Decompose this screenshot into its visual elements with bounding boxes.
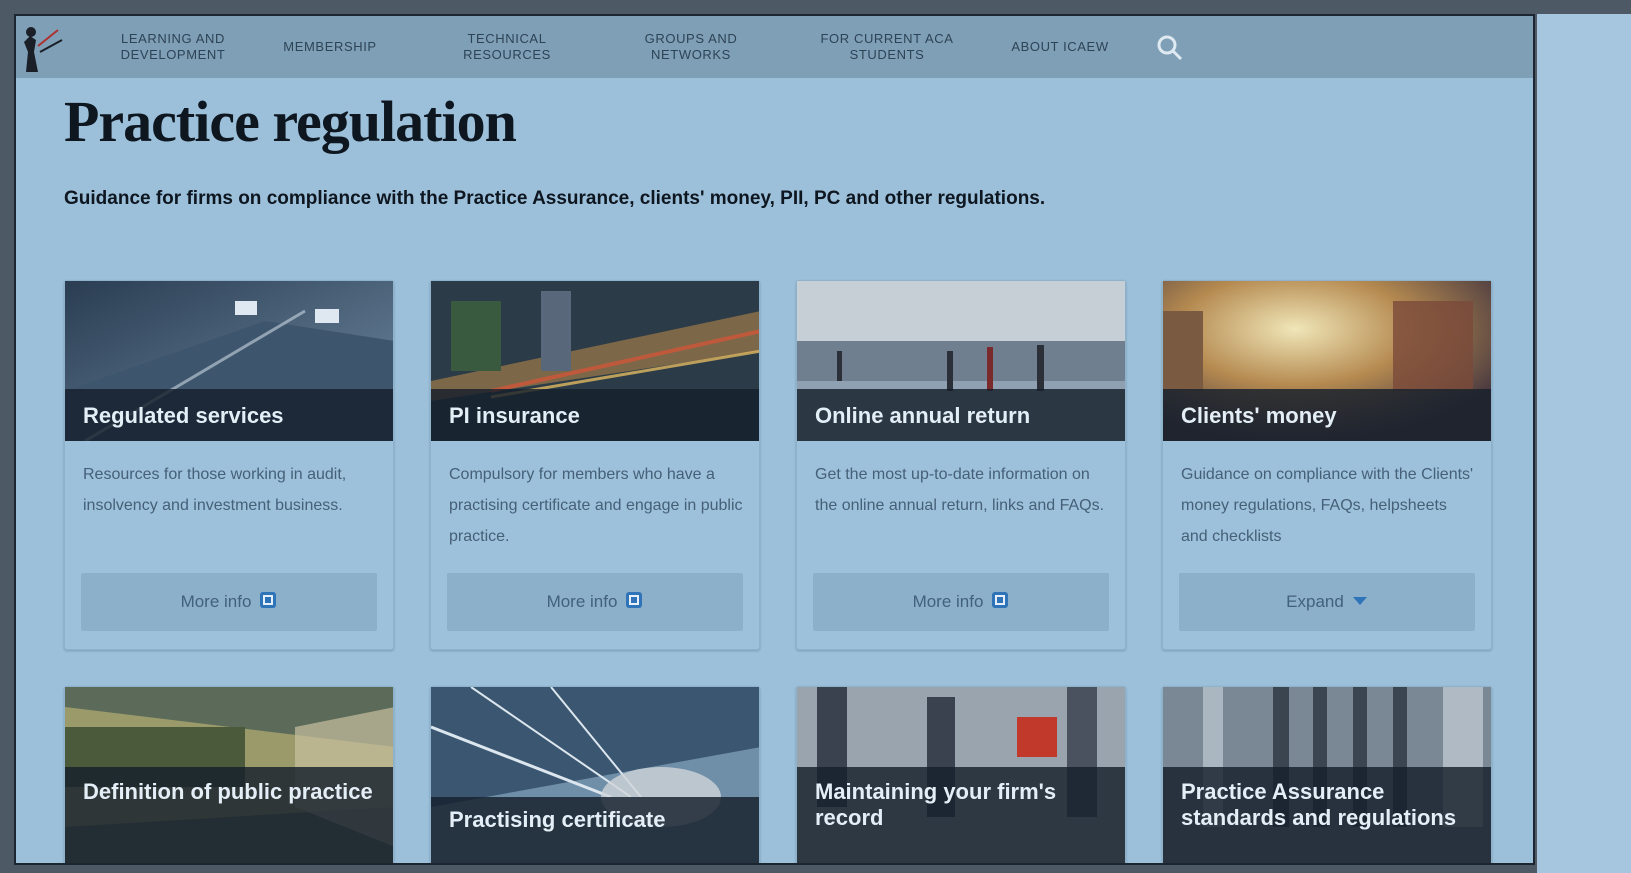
card-image: Regulated services — [65, 281, 393, 441]
external-link-icon — [625, 591, 643, 614]
card-title: Online annual return — [815, 403, 1031, 428]
card-title: Definition of public practice — [83, 779, 373, 804]
top-navigation: LEARNING AND DEVELOPMENT MEMBERSHIP TECH… — [16, 16, 1533, 78]
page-subtitle: Guidance for firms on compliance with th… — [64, 188, 1046, 209]
icaew-logo[interactable] — [16, 16, 86, 78]
button-label: More info — [912, 592, 984, 611]
card-pi-insurance: PI insurance Compulsory for members who … — [430, 280, 760, 650]
external-link-icon — [991, 591, 1009, 614]
card-clients-money: Clients' money Guidance on compliance wi… — [1162, 280, 1492, 650]
card-image: PI insurance — [431, 281, 759, 441]
card-maintaining-firm-record: Maintaining your firm's record — [796, 686, 1126, 863]
card-image: Practising certificate — [431, 687, 759, 863]
nav-technical-resources[interactable]: TECHNICAL RESOURCES — [432, 31, 582, 63]
button-label: Expand — [1286, 592, 1344, 611]
card-image: Definition of public practice — [65, 687, 393, 863]
nav-about-icaew[interactable]: ABOUT ICAEW — [990, 39, 1130, 55]
card-description: Guidance on compliance with the Clients'… — [1181, 466, 1474, 545]
card-practising-certificate: Practising certificate — [430, 686, 760, 863]
bottom-strip — [0, 865, 1537, 873]
more-info-button[interactable]: More info — [81, 573, 377, 631]
card-title: Practice Assurance standards and regulat… — [1181, 779, 1457, 830]
nav-groups-networks[interactable]: GROUPS AND NETWORKS — [616, 31, 766, 63]
card-image: Clients' money — [1163, 281, 1491, 441]
search-icon[interactable] — [1156, 34, 1184, 67]
card-regulated-services: Regulated services Resources for those w… — [64, 280, 394, 650]
more-info-button[interactable]: More info — [447, 573, 743, 631]
nav-membership[interactable]: MEMBERSHIP — [260, 39, 400, 55]
page-title: Practice regulation — [64, 89, 517, 154]
card-description: Get the most up-to-date information on t… — [815, 466, 1105, 514]
card-title: PI insurance — [449, 403, 580, 428]
card-image: Practice Assurance standards and regulat… — [1163, 687, 1491, 863]
nav-learning-development[interactable]: LEARNING AND DEVELOPMENT — [98, 31, 248, 63]
card-description: Resources for those working in audit, in… — [83, 466, 347, 514]
more-info-button[interactable]: More info — [813, 573, 1109, 631]
caret-down-icon — [1352, 592, 1368, 612]
side-pane — [1537, 14, 1631, 873]
card-title: Practising certificate — [449, 807, 666, 832]
card-title: Regulated services — [83, 403, 284, 428]
nav-current-aca-students[interactable]: FOR CURRENT ACA STUDENTS — [802, 31, 972, 63]
web-page: LEARNING AND DEVELOPMENT MEMBERSHIP TECH… — [14, 14, 1535, 865]
card-description: Compulsory for members who have a practi… — [449, 466, 743, 545]
card-title: Clients' money — [1181, 403, 1337, 428]
logo-figure-icon — [24, 27, 63, 72]
expand-button[interactable]: Expand — [1179, 573, 1475, 631]
card-image: Maintaining your firm's record — [797, 687, 1125, 863]
button-label: More info — [546, 592, 618, 611]
card-definition-public-practice: Definition of public practice — [64, 686, 394, 863]
card-online-annual-return: Online annual return Get the most up-to-… — [796, 280, 1126, 650]
button-label: More info — [180, 592, 252, 611]
card-title: Maintaining your firm's record — [815, 779, 1057, 830]
card-image: Online annual return — [797, 281, 1125, 441]
card-practice-assurance-standards: Practice Assurance standards and regulat… — [1162, 686, 1492, 863]
external-link-icon — [259, 591, 277, 614]
